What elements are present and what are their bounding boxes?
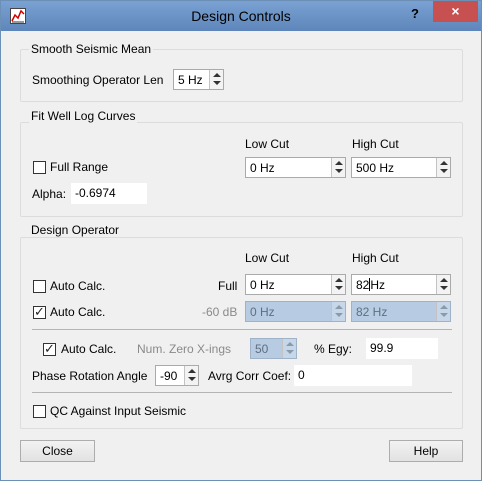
divider <box>32 392 452 393</box>
auto-calc-60db-checkbox[interactable]: ✓ <box>33 304 46 319</box>
percent-energy-field[interactable]: 99.9 <box>366 338 438 359</box>
help-button[interactable]: Help <box>389 440 463 462</box>
avrg-corr-coef-label: Avrg Corr Coef: <box>208 369 292 383</box>
num-zero-xings-value: 50 <box>255 342 269 356</box>
smoothing-operator-spinbox[interactable]: 5 Hz <box>173 69 224 90</box>
close-button[interactable]: Close <box>20 440 95 462</box>
percent-energy-value: 99.9 <box>370 341 394 355</box>
phase-rotation-value: -90 <box>160 369 178 383</box>
window-close-button[interactable]: × <box>433 1 478 22</box>
spin-arrows-icon[interactable] <box>209 70 223 89</box>
design-low-cut-header: Low Cut <box>245 251 290 265</box>
qc-against-input-label: QC Against Input Seismic <box>50 404 187 418</box>
design-full-high-cut-spinbox[interactable]: 82Hz <box>351 274 451 295</box>
spin-arrows-icon[interactable] <box>331 158 345 177</box>
fit-low-cut-value: 0 Hz <box>250 161 275 175</box>
design-60db-high-cut-spinbox[interactable]: 82 Hz <box>351 301 451 322</box>
spin-arrows-icon[interactable] <box>436 158 450 177</box>
auto-calc-zero-xings-label: Auto Calc. <box>61 342 117 356</box>
design-full-low-cut-spinbox[interactable]: 0 Hz <box>245 274 346 295</box>
num-zero-xings-label: Num. Zero X-ings <box>137 342 232 356</box>
spin-arrows-icon[interactable] <box>436 275 450 294</box>
spin-arrows-icon[interactable] <box>282 339 296 358</box>
window-title: Design Controls <box>191 8 291 24</box>
full-range-checkbox[interactable] <box>33 161 46 174</box>
alpha-label: Alpha: <box>32 187 67 201</box>
design-60db-low-cut-spinbox[interactable]: 0 Hz <box>245 301 346 322</box>
title-bar[interactable]: Design Controls ? × <box>1 1 481 31</box>
avrg-corr-coef-field[interactable]: 0 <box>294 365 412 386</box>
checkmark-icon: ✓ <box>34 304 45 319</box>
design-full-low-cut-value: 0 Hz <box>250 278 275 292</box>
full-range-label: Full Range <box>50 160 109 174</box>
alpha-field[interactable]: -0.6974 <box>71 183 147 204</box>
fit-group-title: Fit Well Log Curves <box>29 109 138 123</box>
smoothing-operator-value: 5 Hz <box>178 73 203 87</box>
high-cut-unit: Hz <box>370 278 386 292</box>
percent-energy-label: % Egy: <box>314 342 353 356</box>
num-zero-xings-spinbox[interactable]: 50 <box>250 338 297 359</box>
fit-low-cut-spinbox[interactable]: 0 Hz <box>245 157 346 178</box>
high-cut-number: 82 <box>356 278 370 292</box>
design-60db-high-cut-value: 82 Hz <box>356 305 388 319</box>
design-60db-low-cut-value: 0 Hz <box>250 305 275 319</box>
alpha-value: -0.6974 <box>75 186 116 200</box>
fit-high-cut-value: 500 Hz <box>356 161 395 175</box>
divider <box>32 329 452 330</box>
full-level-label: Full <box>218 279 238 293</box>
smooth-group-title: Smooth Seismic Mean <box>29 42 154 56</box>
context-help-button[interactable]: ? <box>411 6 419 21</box>
minus-60db-label: -60 dB <box>202 305 238 319</box>
spin-arrows-icon[interactable] <box>184 366 198 385</box>
auto-calc-full-checkbox[interactable] <box>33 280 46 293</box>
spin-arrows-icon[interactable] <box>331 302 345 321</box>
phase-rotation-spinbox[interactable]: -90 <box>155 365 199 386</box>
qc-against-input-checkbox[interactable] <box>33 405 46 418</box>
spin-arrows-icon[interactable] <box>331 275 345 294</box>
auto-calc-60db-label: Auto Calc. <box>50 305 106 319</box>
design-controls-window: Design Controls ? × Smooth Seismic Mean … <box>0 0 482 481</box>
auto-calc-full-label: Auto Calc. <box>50 279 106 293</box>
avrg-corr-coef-value: 0 <box>298 368 305 382</box>
auto-calc-zero-xings-checkbox[interactable]: ✓ <box>43 341 56 356</box>
phase-rotation-label: Phase Rotation Angle <box>32 369 148 383</box>
checkmark-icon: ✓ <box>44 341 55 356</box>
smoothing-operator-label: Smoothing Operator Len <box>32 73 164 87</box>
spin-arrows-icon[interactable] <box>436 302 450 321</box>
design-high-cut-header: High Cut <box>352 251 399 265</box>
fit-high-cut-header: High Cut <box>352 137 399 151</box>
fit-low-cut-header: Low Cut <box>245 137 290 151</box>
design-group-title: Design Operator <box>29 223 122 237</box>
design-full-high-cut-value: 82Hz <box>356 278 385 292</box>
fit-high-cut-spinbox[interactable]: 500 Hz <box>351 157 451 178</box>
